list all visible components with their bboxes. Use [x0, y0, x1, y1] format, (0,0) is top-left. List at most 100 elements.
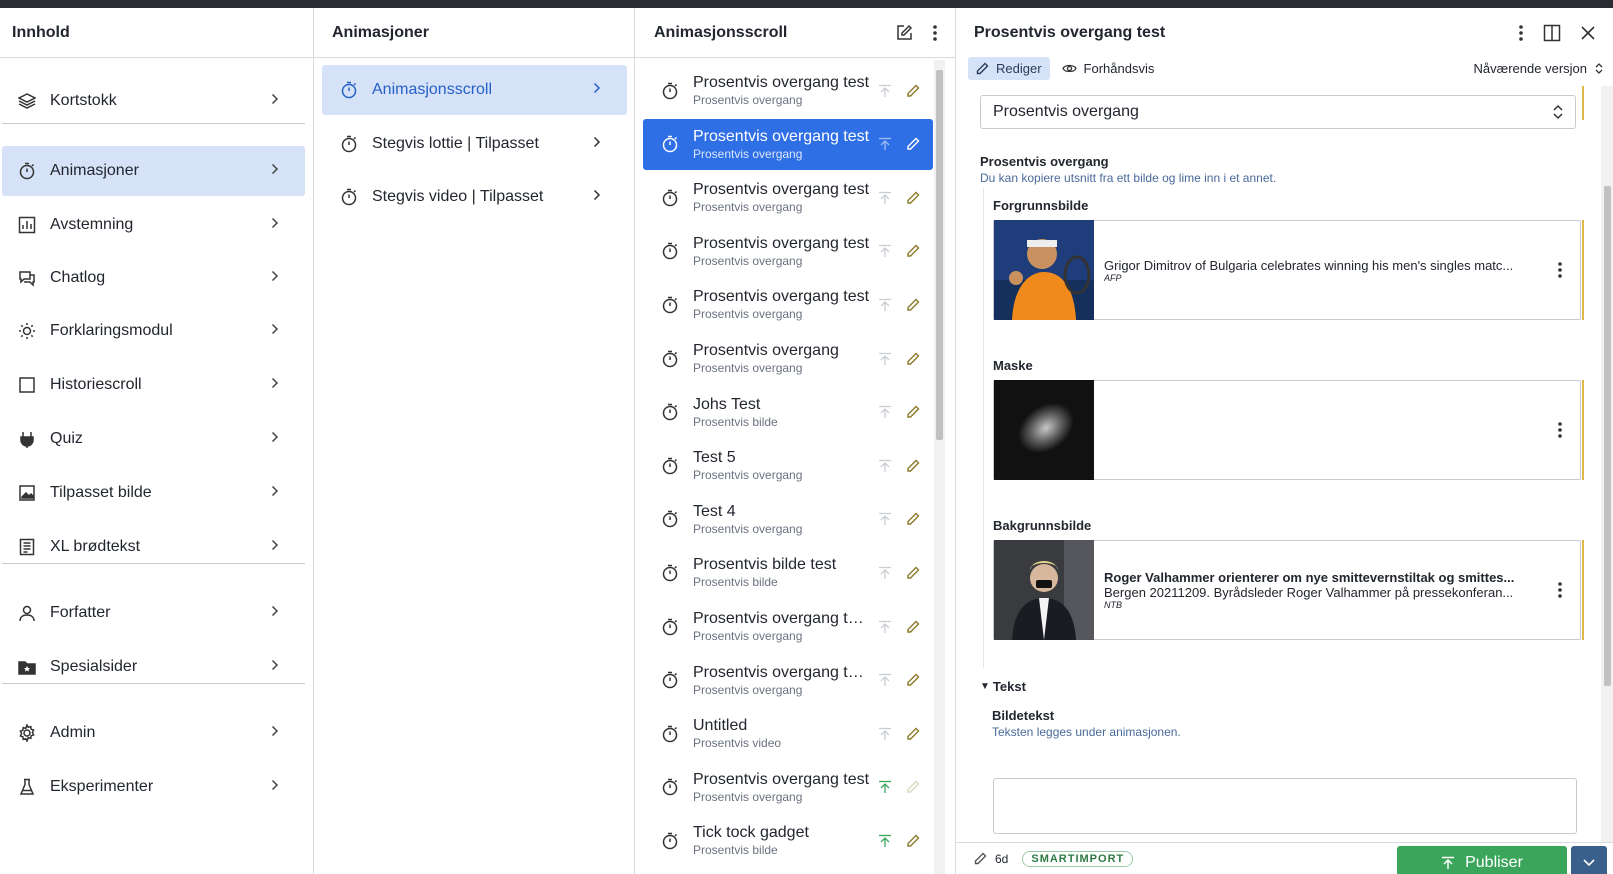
publish-icon[interactable]	[871, 191, 899, 205]
edited-age: 6d	[995, 851, 1009, 866]
publish-icon[interactable]	[871, 620, 899, 634]
version-select[interactable]: Nåværende versjon	[1474, 61, 1603, 76]
pencil-icon[interactable]	[899, 191, 927, 205]
document-info: Johs Test Prosentvis bilde	[693, 396, 871, 429]
more-vertical-icon[interactable]	[1540, 422, 1580, 438]
document-title: Test 5	[693, 449, 736, 467]
foreground-credit: AFP	[1104, 272, 1122, 283]
more-vertical-icon[interactable]	[1540, 582, 1580, 598]
sidebar-item-tilpasset-bilde[interactable]: Tilpasset bilde	[2, 468, 305, 518]
pencil-icon[interactable]	[899, 405, 927, 419]
background-info: Roger Valhammer orienterer om nye smitte…	[1104, 570, 1540, 610]
pencil-icon[interactable]	[899, 780, 927, 794]
publish-icon[interactable]	[871, 780, 899, 794]
sidebar-item-avstemning[interactable]: Avstemning	[2, 200, 305, 250]
sidebar-item-spesialsider[interactable]: Spesialsider	[2, 642, 305, 692]
document-list-item[interactable]: Prosentvis overgang test Prosentvis overg…	[643, 226, 933, 277]
editor-scrollbar-thumb[interactable]	[1604, 186, 1611, 686]
close-icon[interactable]	[1581, 26, 1595, 40]
document-list-item[interactable]: Prosentvis overgang tes... Prosentvis ove…	[643, 601, 933, 652]
pencil-icon	[974, 852, 987, 865]
document-info: Tick tock gadget Prosentvis bilde	[693, 824, 871, 857]
document-list-item[interactable]: Prosentvis overgang test Prosentvis overg…	[643, 279, 933, 330]
sidebar-item-forfatter[interactable]: Forfatter	[2, 588, 305, 638]
animation-type-stegvis-video-tilpasset[interactable]: Stegvis video | Tilpasset	[322, 172, 627, 222]
type-select[interactable]: Prosentvis overgang	[980, 95, 1576, 129]
sidebar-item-animasjoner[interactable]: Animasjoner	[2, 146, 305, 196]
publish-icon[interactable]	[871, 405, 899, 419]
mask-image-card[interactable]	[993, 380, 1581, 480]
pencil-icon[interactable]	[899, 620, 927, 634]
publish-icon[interactable]	[871, 137, 899, 151]
document-list-item[interactable]: Untitled Prosentvis video	[643, 708, 933, 759]
publish-icon[interactable]	[871, 352, 899, 366]
sidebar-item-quiz[interactable]: Quiz	[2, 414, 305, 464]
caption-textarea[interactable]	[993, 778, 1577, 834]
publish-label: Publiser	[1465, 854, 1523, 871]
sidebar-item-eksperimenter[interactable]: Eksperimenter	[2, 762, 305, 812]
document-list-item[interactable]: Prosentvis overgang test Prosentvis overg…	[643, 762, 933, 813]
more-vertical-icon[interactable]	[1519, 25, 1523, 41]
pencil-icon[interactable]	[899, 84, 927, 98]
pencil-icon[interactable]	[899, 673, 927, 687]
document-info: Prosentvis overgang test Prosentvis overg…	[693, 235, 871, 268]
publish-icon[interactable]	[871, 834, 899, 848]
publish-icon[interactable]	[871, 673, 899, 687]
document-list-item[interactable]: Prosentvis bilde test Prosentvis bilde	[643, 547, 933, 598]
foreground-caption: Grigor Dimitrov of Bulgaria celebrates w…	[1104, 257, 1514, 273]
more-vertical-icon[interactable]	[1540, 262, 1580, 278]
animation-type-animasjonsscroll[interactable]: Animasjonsscroll	[322, 65, 627, 115]
text-section-toggle[interactable]: ▼ Tekst	[980, 679, 1026, 694]
pencil-icon[interactable]	[899, 298, 927, 312]
pencil-icon[interactable]	[899, 566, 927, 580]
sidebar-item-label: Animasjoner	[50, 162, 139, 179]
tab-edit[interactable]: Rediger	[968, 56, 1050, 80]
publish-icon[interactable]	[871, 512, 899, 526]
sidebar-item-label: Spesialsider	[50, 658, 138, 675]
document-list-item[interactable]: Prosentvis overgang test Prosentvis overg…	[643, 118, 933, 170]
background-image-card[interactable]: Roger Valhammer orienterer om nye smitte…	[993, 540, 1581, 640]
list-scrollbar-thumb[interactable]	[936, 70, 943, 440]
document-list-item[interactable]: Test 4 Prosentvis overgang	[643, 494, 933, 545]
document-list-item[interactable]: Johs Test Prosentvis bilde	[643, 387, 933, 438]
pencil-icon[interactable]	[899, 727, 927, 741]
publish-icon[interactable]	[871, 298, 899, 312]
pencil-icon[interactable]	[899, 137, 927, 151]
publish-icon[interactable]	[871, 566, 899, 580]
publish-icon[interactable]	[871, 244, 899, 258]
sidebar-item-forklaringsmodul[interactable]: Forklaringsmodul	[2, 306, 305, 356]
pencil-icon[interactable]	[899, 352, 927, 366]
pencil-icon[interactable]	[899, 459, 927, 473]
pencil-icon[interactable]	[899, 512, 927, 526]
document-list-item[interactable]: Prosentvis overgang test Prosentvis overg…	[643, 65, 933, 116]
publish-button[interactable]: Publiser	[1397, 846, 1567, 874]
tab-preview[interactable]: Forhåndsvis	[1054, 57, 1163, 80]
document-list-item[interactable]: Prosentvis overgang Prosentvis overgang	[643, 333, 933, 384]
split-pane-icon[interactable]	[1543, 24, 1561, 42]
sidebar-item-xl-brødtekst[interactable]: XL brødtekst	[2, 522, 305, 572]
more-vertical-icon[interactable]	[933, 24, 937, 41]
publish-icon[interactable]	[871, 459, 899, 473]
document-list-item[interactable]: Prosentvis overgang test Prosentvis overg…	[643, 172, 933, 223]
document-list-item[interactable]: Tick tock gadget Prosentvis bilde	[643, 815, 933, 866]
list-scrollbar[interactable]	[934, 60, 945, 874]
sidebar-item-chatlog[interactable]: Chatlog	[2, 253, 305, 303]
sidebar-item-kortstokk[interactable]: Kortstokk	[2, 76, 305, 126]
editor-scrollbar[interactable]	[1601, 86, 1613, 842]
pencil-icon[interactable]	[899, 244, 927, 258]
publish-menu-button[interactable]	[1571, 846, 1607, 874]
animation-type-stegvis-lottie-tilpasset[interactable]: Stegvis lottie | Tilpasset	[322, 119, 627, 169]
sidebar-item-label: Forklaringsmodul	[50, 322, 173, 339]
sidebar-item-admin[interactable]: Admin	[2, 708, 305, 758]
stopwatch-icon	[657, 82, 683, 100]
document-list-item[interactable]: Prosentvis overgang tes... Prosentvis ove…	[643, 655, 933, 706]
publish-icon[interactable]	[871, 727, 899, 741]
compose-icon[interactable]	[895, 24, 913, 42]
mask-label: Maske	[993, 358, 1033, 373]
sidebar-item-historiescroll[interactable]: Historiescroll	[2, 360, 305, 410]
publish-icon[interactable]	[871, 84, 899, 98]
foreground-image-card[interactable]: Grigor Dimitrov of Bulgaria celebrates w…	[993, 220, 1581, 320]
flask-icon	[14, 778, 40, 796]
document-list-item[interactable]: Test 5 Prosentvis overgang	[643, 440, 933, 491]
pencil-icon[interactable]	[899, 834, 927, 848]
